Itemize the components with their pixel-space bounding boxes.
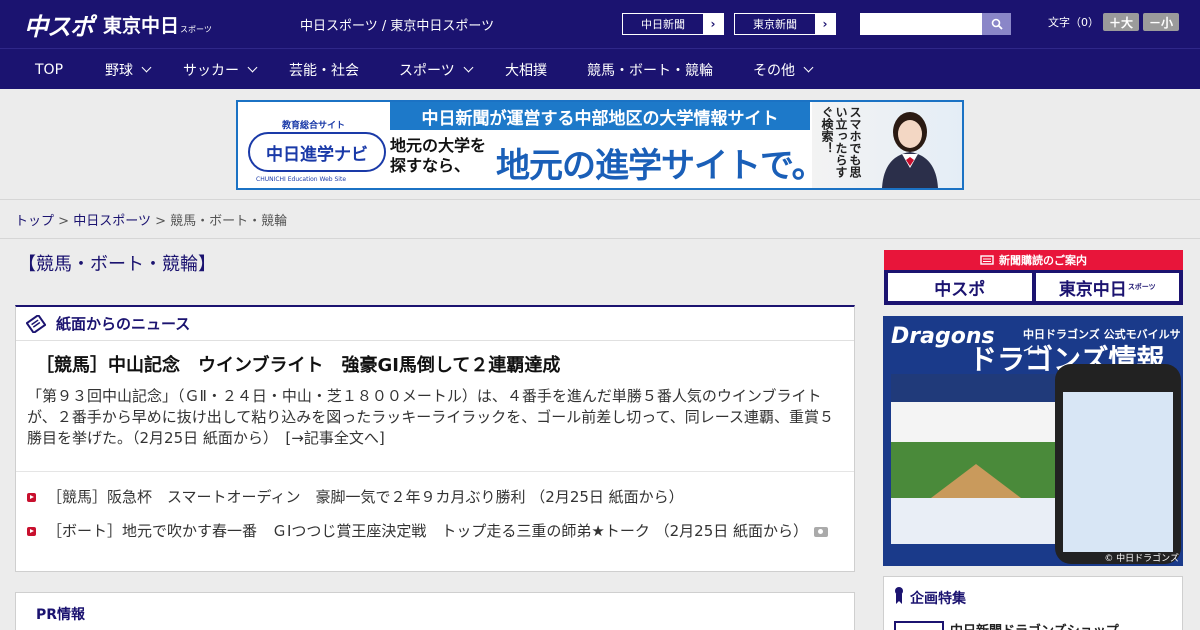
chevron-down-icon xyxy=(463,62,474,73)
pr-box: PR情報 xyxy=(15,592,855,630)
divider xyxy=(16,471,854,472)
ad-banner-shingaku-navi[interactable]: 教育総合サイト 中日進学ナビ CHUNICHI Education Web Si… xyxy=(236,100,964,190)
search-button[interactable] xyxy=(982,13,1011,35)
dragons-copyright: © 中日ドラゴンズ xyxy=(1104,554,1179,564)
nav-top[interactable]: TOP xyxy=(35,49,63,90)
feature-box: 企画特集 中日新聞ドラゴンズショップ xyxy=(883,576,1183,630)
subscription-heading: 新聞購読のご案内 xyxy=(884,250,1183,270)
dragons-mobile-ad[interactable]: Dragons 中日ドラゴンズ 公式モバイルサイト ドラゴンズ情報 © 中日ドラ… xyxy=(883,316,1183,566)
breadcrumb-home[interactable]: トップ xyxy=(15,214,54,229)
newspaper-icon xyxy=(26,314,46,333)
subscription-box: 新聞購読のご案内 中スポ 東京中日 スポーツ xyxy=(884,250,1183,305)
site-tagline: 中日スポーツ / 東京中日スポーツ xyxy=(300,19,495,34)
ad-vertical-text: スマホでも思い立ったらすぐ検索！ xyxy=(820,106,862,178)
font-smaller-button[interactable]: －小 xyxy=(1143,13,1180,31)
play-bullet-icon xyxy=(27,527,36,536)
chevron-down-icon xyxy=(247,62,258,73)
feature-thumbnail[interactable] xyxy=(894,621,944,630)
nav-baseball[interactable]: 野球 xyxy=(105,49,152,90)
phone-screen xyxy=(1063,392,1173,552)
news-box-title: 紙面からのニュース xyxy=(56,315,191,333)
ad-model-area: スマホでも思い立ったらすぐ検索！ xyxy=(812,102,962,188)
site-logo[interactable]: 中スポ 東京中日スポーツ xyxy=(24,8,212,41)
chevron-right-icon: › xyxy=(815,14,835,34)
logo-chuspo: 中スポ xyxy=(24,12,94,41)
news-box-header: 紙面からのニュース xyxy=(16,307,854,341)
nav-others[interactable]: その他 xyxy=(753,49,814,90)
newspaper-icon xyxy=(980,255,994,265)
search-form xyxy=(860,13,1011,35)
feature-item-link[interactable]: 中日新聞ドラゴンズショップ xyxy=(950,620,1119,630)
feature-heading: 企画特集 xyxy=(910,591,966,607)
play-bullet-icon xyxy=(27,493,36,502)
news-list-item[interactable]: ［競馬］阪急杯 スマートオーディン 豪脚一気で２年９カ月ぶり勝利 （2月25日 … xyxy=(27,487,842,508)
scoreboard-image xyxy=(891,374,1061,544)
chevron-right-icon: › xyxy=(703,14,723,34)
nav-entertainment-society[interactable]: 芸能・社会 xyxy=(289,49,359,90)
breadcrumb-current: 競馬・ボート・競輪 xyxy=(170,214,288,229)
search-input[interactable] xyxy=(860,13,982,35)
nav-sumo[interactable]: 大相撲 xyxy=(505,49,547,90)
font-larger-button[interactable]: ＋大 xyxy=(1103,13,1140,31)
page-title: 【競馬・ボート・競輪】 xyxy=(18,254,216,275)
tokyo-shimbun-link[interactable]: 東京新聞 › xyxy=(734,13,836,35)
news-box: 紙面からのニュース ［競馬］中山記念 ウインブライト 強豪GI馬倒して２連覇達成… xyxy=(15,305,855,572)
nav-keiba-boat-keirin[interactable]: 競馬・ボート・競輪 xyxy=(587,49,713,90)
logo-tokyo-chunichi: 東京中日スポーツ xyxy=(103,14,212,37)
lead-article-body[interactable]: 「第９３回中山記念」（ＧⅡ・２４日・中山・芝１８００メートル）は、４番手を進んだ… xyxy=(27,386,847,449)
font-size-label: 文字（0） xyxy=(1048,16,1099,29)
shingaku-navi-logo: 教育総合サイト 中日進学ナビ CHUNICHI Education Web Si… xyxy=(242,112,386,183)
subscribe-tokyo-chunichi-button[interactable]: 東京中日 スポーツ xyxy=(1035,273,1179,301)
lead-article-title[interactable]: ［競馬］中山記念 ウインブライト 強豪GI馬倒して２連覇達成 xyxy=(36,351,560,377)
chevron-down-icon xyxy=(803,62,814,73)
ad-subline: 地元の大学を 探すなら、 xyxy=(390,136,487,175)
student-photo xyxy=(882,112,938,188)
site-header: 中スポ 東京中日スポーツ 中日スポーツ / 東京中日スポーツ 中日新聞 › 東京… xyxy=(0,0,1200,48)
nav-soccer[interactable]: サッカー xyxy=(183,49,258,90)
font-size-control: 文字（0） ＋大 －小 xyxy=(1048,13,1180,31)
search-icon xyxy=(991,18,1003,30)
ad-headline: 中日新聞が運営する中部地区の大学情報サイト xyxy=(390,102,810,130)
camera-icon xyxy=(814,526,829,537)
main-nav: TOP 野球 サッカー 芸能・社会 スポーツ 大相撲 競馬・ボート・競輪 その他 xyxy=(0,48,1200,89)
ad-row: 教育総合サイト 中日進学ナビ CHUNICHI Education Web Si… xyxy=(0,89,1200,200)
ribbon-icon xyxy=(895,587,903,604)
nav-sports[interactable]: スポーツ xyxy=(399,49,474,90)
pr-heading: PR情報 xyxy=(36,607,86,623)
breadcrumb: トップ > 中日スポーツ > 競馬・ボート・競輪 xyxy=(15,214,288,229)
breadcrumb-section[interactable]: 中日スポーツ xyxy=(73,214,151,229)
chunichi-shimbun-link[interactable]: 中日新聞 › xyxy=(622,13,724,35)
subscribe-chuspo-button[interactable]: 中スポ xyxy=(888,273,1032,301)
divider xyxy=(0,238,1200,239)
ad-big-text: 地元の進学サイトで。 xyxy=(496,146,826,186)
news-list-item[interactable]: ［ボート］地元で吹かす春一番 ＧⅠつつじ賞王座決定戦 トップ走る三重の師弟★トー… xyxy=(27,521,842,542)
chevron-down-icon xyxy=(141,62,152,73)
